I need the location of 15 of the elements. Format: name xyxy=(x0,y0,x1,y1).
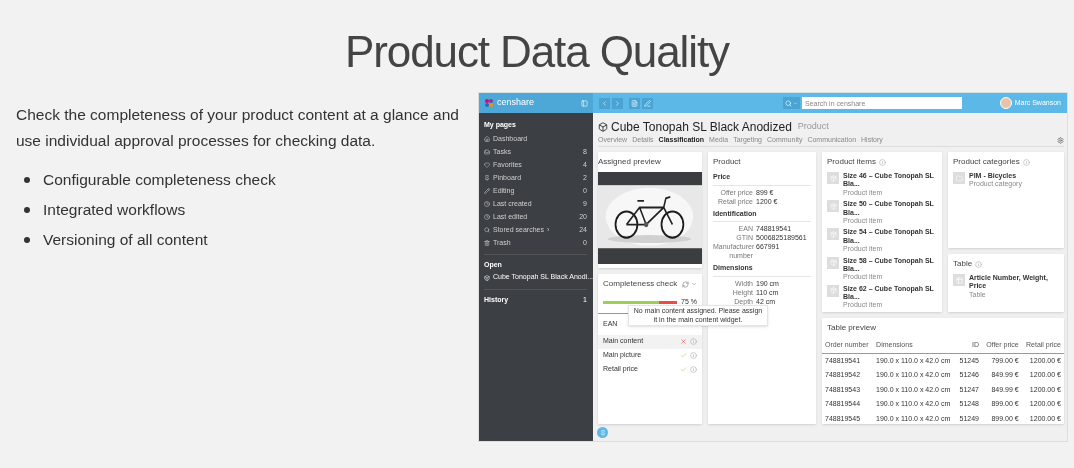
logo-text: censhare xyxy=(497,96,535,110)
card-title: Product xyxy=(713,156,741,168)
bullet-text: Versioning of all content xyxy=(43,230,208,250)
bullet-text: Configurable completeness check xyxy=(43,170,276,190)
card-title: Product categories xyxy=(953,156,1020,168)
card-title: Table preview xyxy=(827,322,876,334)
page-title: Product Data Quality xyxy=(344,30,731,74)
card-title: Completeness check xyxy=(603,278,678,290)
intro-paragraph: Check the completeness of your product content at a glance and use individual approval processes for checking data. xyxy=(16,105,460,151)
asset-type: Product xyxy=(797,119,829,133)
card-title: Product items xyxy=(827,156,876,168)
asset-title: Cube Tonopah SL Black Anodized xyxy=(611,118,792,136)
card-title: Table xyxy=(953,258,973,270)
bullet-text: Integrated workflows xyxy=(43,200,186,220)
card-title: Assigned preview xyxy=(598,156,661,168)
